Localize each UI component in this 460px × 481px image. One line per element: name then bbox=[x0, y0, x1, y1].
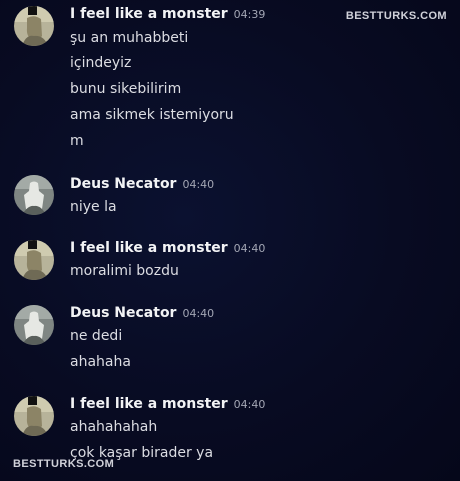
message-text: ahahaha bbox=[70, 354, 131, 370]
message-author[interactable]: I feel like a monster 04:40 bbox=[70, 240, 265, 256]
message-timestamp: 04:39 bbox=[233, 8, 266, 21]
avatar[interactable] bbox=[14, 305, 54, 345]
message-text: şu an muhabbeti bbox=[70, 30, 189, 46]
message-text: niye la bbox=[70, 199, 117, 215]
author-name[interactable]: I feel like a monster bbox=[70, 396, 228, 412]
author-name[interactable]: Deus Necator bbox=[70, 176, 176, 192]
message-text: m bbox=[70, 133, 84, 149]
message-author[interactable]: Deus Necator 04:40 bbox=[70, 305, 214, 321]
message-text: ama sikmek istemiyoru bbox=[70, 107, 234, 123]
watermark-bottom: BESTTURKS.COM bbox=[13, 458, 115, 470]
avatar[interactable] bbox=[14, 6, 54, 46]
avatar[interactable] bbox=[14, 396, 54, 436]
author-name[interactable]: I feel like a monster bbox=[70, 240, 228, 256]
message-author[interactable]: I feel like a monster 04:39 bbox=[70, 6, 265, 22]
message-author[interactable]: I feel like a monster 04:40 bbox=[70, 396, 265, 412]
message-author[interactable]: Deus Necator 04:40 bbox=[70, 176, 214, 192]
message-text: içindeyiz bbox=[70, 55, 132, 71]
message-text: ne dedi bbox=[70, 328, 123, 344]
message-timestamp: 04:40 bbox=[233, 242, 266, 255]
author-name[interactable]: I feel like a monster bbox=[70, 6, 228, 22]
watermark-top: BESTTURKS.COM bbox=[345, 10, 447, 22]
avatar[interactable] bbox=[14, 175, 54, 215]
message-text: bunu sikebilirim bbox=[70, 81, 182, 97]
avatar[interactable] bbox=[14, 240, 54, 280]
message-timestamp: 04:40 bbox=[182, 307, 215, 320]
message-text: ahahahahah bbox=[70, 419, 158, 435]
author-name[interactable]: Deus Necator bbox=[70, 305, 176, 321]
message-timestamp: 04:40 bbox=[233, 398, 266, 411]
message-timestamp: 04:40 bbox=[182, 178, 215, 191]
message-text: moralimi bozdu bbox=[70, 263, 179, 279]
